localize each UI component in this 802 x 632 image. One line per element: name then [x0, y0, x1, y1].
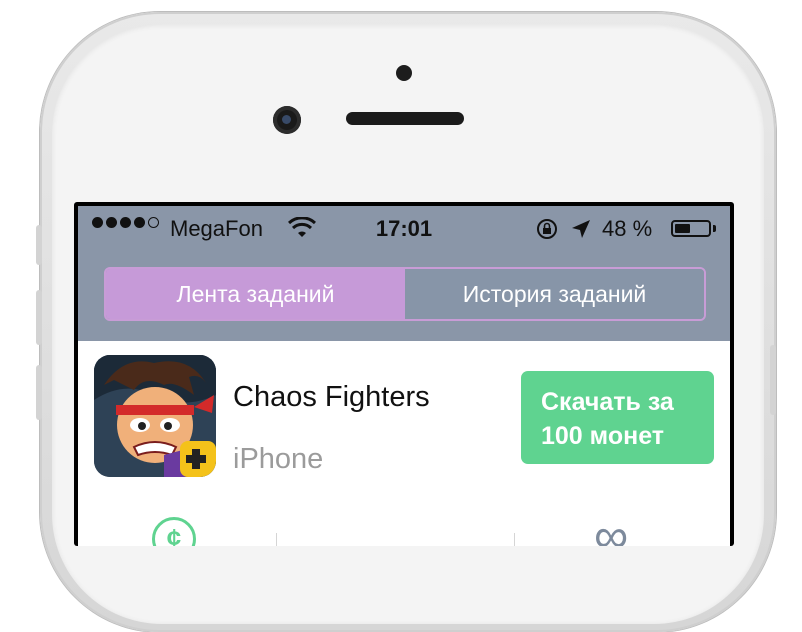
location-arrow-icon [572, 220, 590, 238]
battery-tip [713, 225, 716, 232]
front-camera [273, 106, 301, 134]
tab-task-feed[interactable]: Лента заданий [106, 269, 405, 319]
battery-level [675, 224, 690, 233]
proximity-sensor [396, 65, 412, 81]
app-title: Chaos Fighters [233, 381, 430, 413]
divider [276, 533, 277, 546]
phone-screen: MegaFon 17:01 48 % Лента заданий История… [74, 202, 734, 546]
battery-percentage: 48 % [602, 216, 653, 241]
task-actions-row: ¢ ∞ [78, 491, 730, 546]
phone-side-button [770, 345, 776, 415]
download-button[interactable]: Скачать за 100 монет [521, 371, 714, 464]
phone-side-button [36, 225, 42, 265]
app-platform: iPhone [233, 443, 324, 475]
header-area: MegaFon 17:01 48 % Лента заданий История… [78, 206, 730, 341]
divider [514, 533, 515, 546]
tab-task-history[interactable]: История заданий [405, 269, 704, 319]
status-bar: MegaFon 17:01 48 % [78, 206, 730, 250]
game-app-icon [94, 355, 216, 477]
app-screen: MegaFon 17:01 48 % Лента заданий История… [78, 206, 730, 546]
phone-side-button [36, 290, 42, 345]
tab-segmented-control: Лента заданий История заданий [104, 267, 706, 321]
earpiece-speaker [346, 112, 464, 125]
rotation-lock-icon [537, 219, 557, 239]
task-list-item[interactable]: Chaos Fighters iPhone Скачать за 100 мон… [78, 341, 730, 491]
phone-side-button [36, 365, 42, 420]
infinity-icon[interactable]: ∞ [594, 513, 628, 547]
battery-icon [671, 220, 711, 237]
coin-icon[interactable]: ¢ [152, 517, 196, 546]
